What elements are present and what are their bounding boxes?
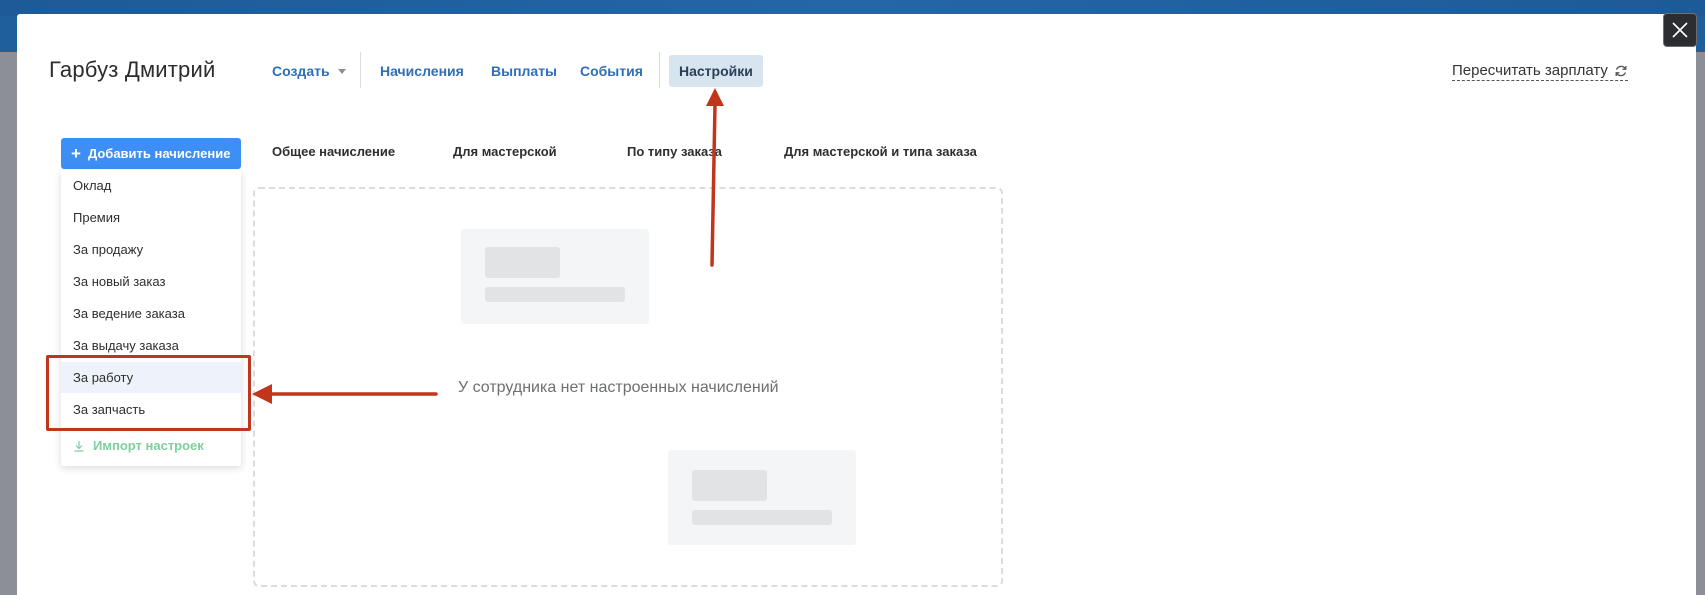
tab-events[interactable]: События bbox=[580, 55, 643, 87]
empty-state-message: У сотрудника нет настроенных начислений bbox=[458, 379, 779, 396]
placeholder-block bbox=[692, 470, 767, 501]
subtab-workshop-order-type[interactable]: Для мастерской и типа заказа bbox=[784, 144, 977, 159]
menu-item-order-handling[interactable]: За ведение заказа bbox=[61, 298, 241, 329]
menu-item-new-order[interactable]: За новый заказ bbox=[61, 266, 241, 297]
placeholder-line bbox=[485, 287, 625, 302]
tab-settings[interactable]: Настройки bbox=[669, 55, 763, 87]
plus-icon: + bbox=[71, 144, 81, 163]
placeholder-card bbox=[668, 450, 856, 545]
subtab-order-type[interactable]: По типу заказа bbox=[627, 144, 722, 159]
import-settings-label: Импорт настроек bbox=[93, 438, 204, 453]
menu-item-sale[interactable]: За продажу bbox=[61, 234, 241, 265]
recalc-salary-link[interactable]: Пересчитать зарплату bbox=[1452, 62, 1628, 81]
close-icon bbox=[1672, 22, 1688, 38]
recalc-label: Пересчитать зарплату bbox=[1452, 62, 1608, 79]
menu-item-bonus[interactable]: Премия bbox=[61, 202, 241, 233]
add-accrual-button[interactable]: + Добавить начисление bbox=[61, 138, 241, 169]
create-label: Создать bbox=[272, 63, 330, 79]
subtab-workshop[interactable]: Для мастерской bbox=[453, 144, 557, 159]
nav-divider bbox=[360, 52, 361, 88]
import-settings-link[interactable]: Импорт настроек bbox=[73, 438, 204, 453]
chevron-down-icon bbox=[337, 68, 346, 74]
refresh-icon bbox=[1615, 65, 1627, 76]
annotation-highlight-box bbox=[46, 355, 251, 431]
download-icon bbox=[74, 440, 84, 452]
tab-payments[interactable]: Выплаты bbox=[491, 55, 557, 87]
add-accrual-label: Добавить начисление bbox=[87, 146, 231, 161]
placeholder-line bbox=[692, 510, 832, 525]
close-button[interactable] bbox=[1663, 13, 1697, 47]
placeholder-card bbox=[461, 229, 649, 324]
create-dropdown[interactable]: Создать bbox=[272, 55, 346, 87]
placeholder-block bbox=[485, 247, 560, 278]
tab-accruals[interactable]: Начисления bbox=[380, 55, 464, 87]
employee-name: Гарбуз Дмитрий bbox=[49, 57, 216, 82]
nav-divider bbox=[659, 52, 660, 88]
subtab-general[interactable]: Общее начисление bbox=[272, 144, 395, 159]
menu-item-salary[interactable]: Оклад bbox=[61, 170, 241, 201]
